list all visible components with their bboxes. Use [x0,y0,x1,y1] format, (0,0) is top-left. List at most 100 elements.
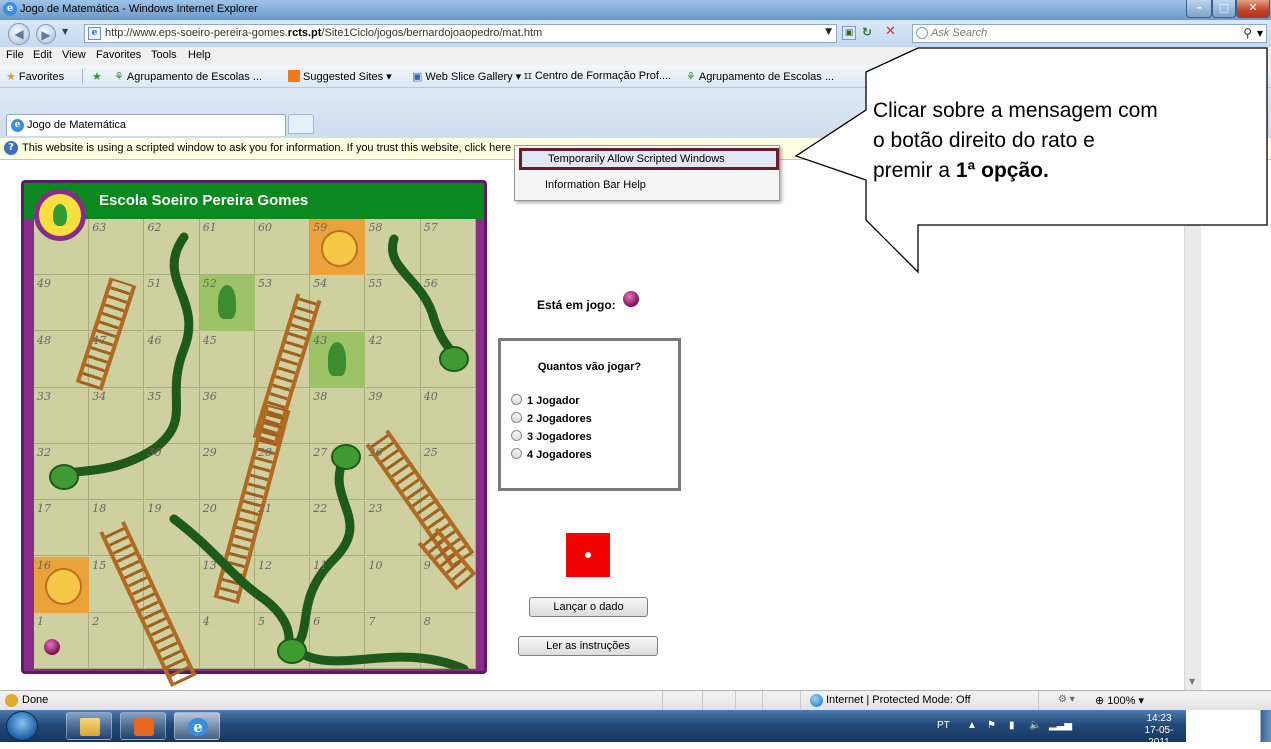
cell-number: 17 [37,502,51,516]
option-4-jogadores[interactable]: 4 Jogadores [511,448,592,461]
volume-icon[interactable]: 🔈 [1029,720,1041,731]
back-button[interactable]: ◀ [8,23,30,45]
stop-icon[interactable]: ✕ [885,24,896,39]
maximize-button[interactable]: □ [1212,0,1236,18]
address-input[interactable]: e http://www.eps-soeiro-pereira-gomes.rc… [84,24,837,43]
start-button[interactable] [6,711,38,741]
battery-icon[interactable]: ▮ [1009,720,1015,731]
taskbar-media-player[interactable] [120,712,166,740]
radio-button[interactable] [511,412,522,423]
option-3-jogadores[interactable]: 3 Jogadores [511,430,592,443]
scroll-down-icon[interactable]: ▼ [1189,677,1195,686]
refresh-icon[interactable]: ↻ [862,25,872,39]
title-bar: e Jogo de Matemática - Windows Internet … [0,0,1271,20]
menu-item-allow-scripted-windows[interactable]: Temporarily Allow Scripted Windows [519,148,779,170]
language-indicator[interactable]: PT [937,720,950,731]
taskbar-internet-explorer[interactable]: e [174,712,220,740]
status-divider [702,691,703,710]
cell-number: 29 [202,446,217,459]
window-title: Jogo de Matemática - Windows Internet Ex… [20,3,258,15]
action-center-flag-icon[interactable]: ⚑ [987,720,996,731]
compatibility-view-icon[interactable]: ▣ [842,26,856,40]
new-tab-button[interactable] [288,114,314,134]
address-bar-row: ◀ ▶ ▼ e http://www.eps-soeiro-pereira-go… [0,20,1271,47]
status-bar: Done Internet | Protected Mode: Off ⚙ ▾ … [0,690,1271,710]
ie-logo-icon: e [3,2,17,16]
show-hidden-icons-icon[interactable]: ▲ [967,720,977,731]
network-signal-icon[interactable]: ▂▃▅ [1049,720,1072,731]
favorite-suggested-sites[interactable]: Suggested Sites ▾ [288,70,392,83]
menu-tools[interactable]: Tools [151,49,177,61]
snake-head-icon [331,444,361,470]
players-question: Quantos vão jogar? [537,361,642,373]
add-favorite-icon[interactable]: ★ [92,70,105,83]
page-status-icon [5,694,18,707]
ie-tab-icon: e [11,119,24,132]
search-icon[interactable]: ⚲ [1243,26,1252,40]
media-player-icon [134,718,154,736]
info-icon: ? [4,141,18,155]
forward-button[interactable]: ▶ [36,24,56,44]
favorite-link-agrupamento-1[interactable]: ⚘ Agrupamento de Escolas ... [114,70,262,83]
show-desktop-button[interactable] [1260,710,1271,742]
option-2-jogadores[interactable]: 2 Jogadores [511,412,592,425]
cell-number: 45 [202,333,217,347]
board-grid: 63 62 61 60 59 58 57 49 51 52 53 54 55 56 48 47 46 45 43 42… [34,219,477,687]
callout-line-2: o botão direito do rato e [873,129,1095,152]
dice-icon [566,533,610,577]
menu-bar: File Edit View Favorites Tools Help [0,47,1271,65]
favorite-link-agrupamento-2[interactable]: ⚘ Agrupamento de Escolas ... [686,70,834,83]
cell-number: 36 [202,389,217,403]
cell-number: 34 [92,389,107,403]
security-zone[interactable]: Internet | Protected Mode: Off [826,694,971,706]
close-button[interactable]: ✕ [1236,0,1270,18]
player-piece-icon [44,639,60,655]
option-1-jogador[interactable]: 1 Jogador [511,394,580,407]
protected-mode-icon[interactable]: ⚙ ▾ [1058,694,1075,705]
current-player-piece-icon [623,291,639,307]
tab-jogo-de-matematica[interactable]: e Jogo de Matemática [6,114,286,136]
star-icon: ★ [6,71,16,83]
cell-number: 61 [202,221,217,234]
cell-number: 63 [92,221,107,234]
system-tray: PT ▲ ⚑ ▮ 🔈 ▂▃▅ 14:23 17-05-2011 [935,710,1185,748]
recent-pages-chevron-icon[interactable]: ▼ [62,27,68,36]
roll-dice-button[interactable]: Lançar o dado [529,597,648,617]
radio-button[interactable] [511,394,522,405]
site-icon: ⚘ [686,71,696,83]
radio-button[interactable] [511,430,522,441]
zoom-control[interactable]: ⊕ 100% ▾ [1095,694,1144,707]
cell-number: 33 [37,389,51,403]
cell-number: 58 [368,221,383,234]
minimize-button[interactable]: – [1186,0,1212,18]
search-input[interactable]: Ask Search ⚲ ▼ [912,24,1267,43]
information-bar-text[interactable]: This website is using a scripted window … [22,142,514,154]
cell-number: 48 [37,333,51,347]
clock[interactable]: 14:23 17-05-2011 [1135,713,1183,749]
snake-head-icon [277,638,307,664]
menu-edit[interactable]: Edit [33,49,52,61]
status-divider [762,691,763,710]
menu-item-information-bar-help[interactable]: Information Bar Help [545,179,646,191]
callout-line-3: premir a 1ª opção. [873,159,1049,182]
menu-view[interactable]: View [62,49,86,61]
taskbar-explorer[interactable] [66,712,112,740]
menu-help[interactable]: Help [188,49,211,61]
address-dropdown-icon[interactable]: ▼ [825,27,832,37]
cell-number: 52 [202,277,217,291]
menu-favorites[interactable]: Favorites [96,49,141,61]
radio-button[interactable] [511,448,522,459]
favorite-web-slice-gallery[interactable]: ▣ Web Slice Gallery ▾ [412,70,521,83]
snake-head-icon [439,346,469,372]
cell-number: 56 [423,277,438,291]
search-options-chevron-icon[interactable]: ▼ [1257,29,1263,38]
instructions-button[interactable]: Ler as instruções [518,636,658,656]
page-margin [1201,160,1271,690]
cell-number: 28 [258,446,272,459]
cell-number: 59 [313,221,328,234]
favorites-button[interactable]: ★ Favorites [6,70,64,83]
favorite-centro-formacao[interactable]: ɪɪ Centro de Formação Prof.... [524,70,671,82]
site-icon: ɪɪ [524,70,532,82]
vertical-scrollbar[interactable]: ▼ [1184,160,1201,690]
menu-file[interactable]: File [6,49,24,61]
